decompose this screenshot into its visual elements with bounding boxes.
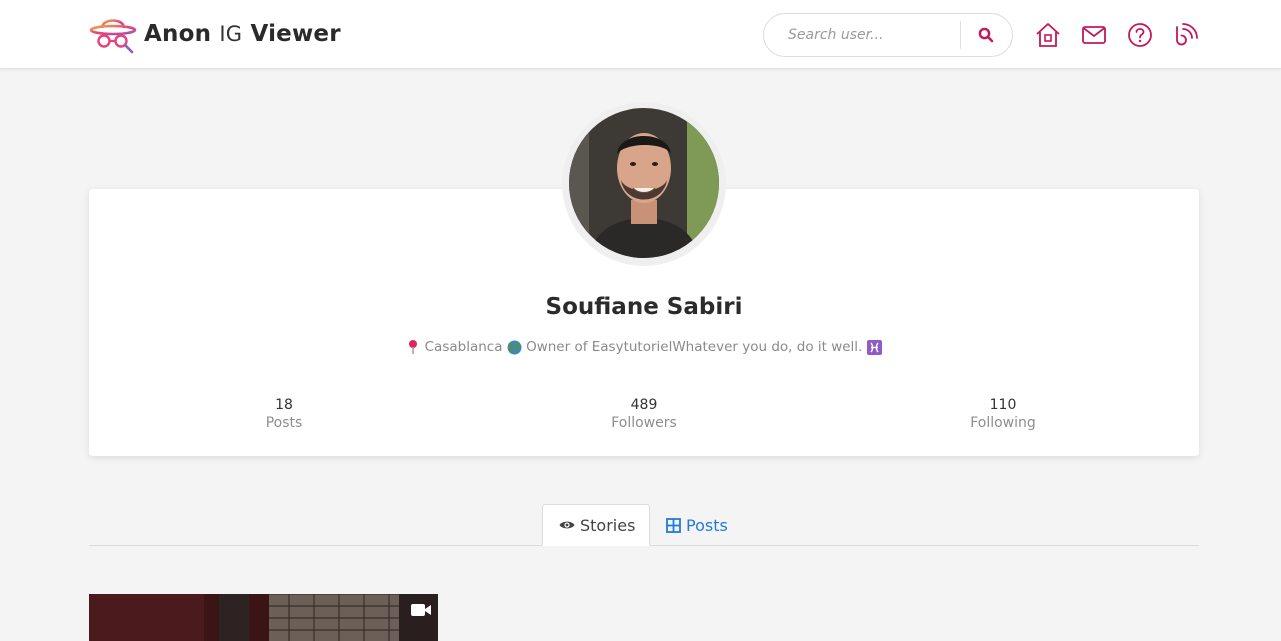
- contact-link[interactable]: [1077, 18, 1111, 52]
- stat-following: 110 Following: [903, 396, 1103, 432]
- stat-posts-label: Posts: [265, 415, 303, 431]
- stat-following-label: Following: [970, 415, 1036, 431]
- tab-posts-label: Posts: [686, 515, 728, 535]
- profile-photo: [569, 108, 719, 258]
- stat-posts: 18 Posts: [184, 396, 384, 432]
- top-navbar: Anon IG Viewer: [0, 0, 1281, 69]
- mail-icon: [1082, 26, 1106, 44]
- stat-followers: 489 Followers: [544, 396, 744, 432]
- grid-icon: [666, 517, 681, 533]
- bio-location: Casablanca: [424, 339, 503, 355]
- profile-name: Soufiane Sabiri: [545, 294, 743, 320]
- home-icon: [1036, 23, 1060, 47]
- profile-bio: Casablanca Owner of EasytutorielWhatever…: [89, 339, 1199, 355]
- globe-icon: [507, 340, 522, 354]
- stat-following-value: 110: [989, 397, 1017, 413]
- bio-text: Owner of EasytutorielWhatever you do, do…: [526, 339, 863, 355]
- header-icon-nav: [1031, 18, 1215, 52]
- story-thumbnail[interactable]: [89, 594, 438, 641]
- brand-name: Anon IG Viewer: [144, 21, 341, 47]
- blog-icon: [1176, 23, 1198, 46]
- profile-avatar: [569, 108, 719, 258]
- spy-hat-logo-icon: [89, 19, 137, 54]
- search-box: [763, 13, 1013, 57]
- tab-posts[interactable]: Posts: [666, 504, 728, 546]
- video-camera-icon: [411, 604, 431, 616]
- search-icon: [979, 27, 994, 43]
- stat-posts-value: 18: [275, 397, 293, 413]
- eye-icon: [559, 521, 575, 529]
- search-input[interactable]: [788, 20, 960, 50]
- help-icon: [1128, 23, 1152, 47]
- brand-logo-link[interactable]: Anon IG Viewer: [88, 12, 341, 56]
- home-link[interactable]: [1031, 18, 1065, 52]
- round-pushpin-icon: [409, 340, 418, 354]
- search-button[interactable]: [961, 14, 1012, 56]
- blog-link[interactable]: [1169, 18, 1203, 52]
- help-link[interactable]: [1123, 18, 1157, 52]
- pisces-sign-icon: [866, 339, 882, 355]
- tab-stories-label: Stories: [580, 515, 636, 535]
- story-preview-image: [89, 594, 438, 641]
- stat-followers-label: Followers: [611, 415, 677, 431]
- stat-followers-value: 489: [630, 397, 658, 413]
- tab-stories[interactable]: Stories: [542, 504, 650, 546]
